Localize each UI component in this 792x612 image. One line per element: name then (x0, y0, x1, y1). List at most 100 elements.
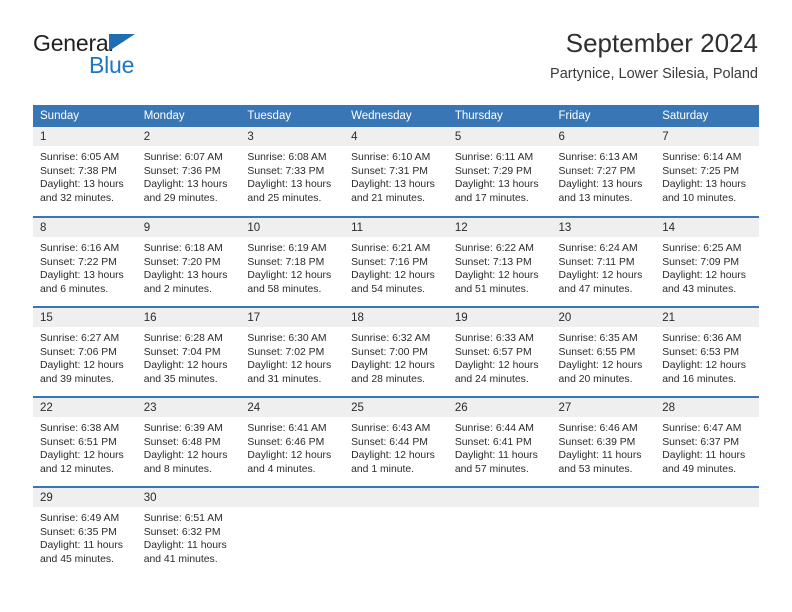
day-cell[interactable]: 16 Sunrise: 6:28 AM Sunset: 7:04 PM Dayl… (136, 306, 241, 397)
day-number: 11 (344, 218, 448, 237)
sunset-text: Sunset: 6:48 PM (143, 436, 221, 448)
day-cell[interactable]: 3 Sunrise: 6:08 AM Sunset: 7:33 PM Dayli… (240, 127, 345, 217)
sunset-text: Sunset: 7:06 PM (40, 346, 117, 358)
day-details: Sunrise: 6:44 AM Sunset: 6:41 PM Dayligh… (448, 417, 552, 476)
daylight-text-line2: and 29 minutes. (143, 192, 218, 204)
sunrise-text: Sunrise: 6:30 AM (247, 333, 327, 344)
day-cell[interactable]: 4 Sunrise: 6:10 AM Sunset: 7:31 PM Dayli… (344, 127, 448, 217)
day-cell[interactable]: 12 Sunrise: 6:22 AM Sunset: 7:13 PM Dayl… (447, 216, 552, 307)
day-cell[interactable]: 28 Sunrise: 6:47 AM Sunset: 6:37 PM Dayl… (655, 396, 759, 487)
daylight-text-line1: Daylight: 13 hours (40, 179, 124, 191)
day-details: Sunrise: 6:51 AM Sunset: 6:32 PM Dayligh… (137, 507, 241, 566)
calendar-week-row: 29 Sunrise: 6:49 AM Sunset: 6:35 PM Dayl… (33, 486, 759, 577)
day-cell[interactable]: 29 Sunrise: 6:49 AM Sunset: 6:35 PM Dayl… (33, 486, 137, 577)
weekday-header-friday: Friday (551, 105, 656, 127)
day-cell[interactable]: 1 Sunrise: 6:05 AM Sunset: 7:38 PM Dayli… (33, 127, 137, 217)
daylight-text-line1: Daylight: 13 hours (143, 270, 228, 282)
day-cell[interactable]: 9 Sunrise: 6:18 AM Sunset: 7:20 PM Dayli… (136, 216, 241, 307)
day-details: Sunrise: 6:13 AM Sunset: 7:27 PM Dayligh… (552, 146, 656, 205)
day-details: Sunrise: 6:32 AM Sunset: 7:00 PM Dayligh… (344, 327, 448, 386)
sunrise-text: Sunrise: 6:32 AM (351, 333, 431, 344)
day-cell[interactable]: 18 Sunrise: 6:32 AM Sunset: 7:00 PM Dayl… (344, 306, 448, 397)
day-details: Sunrise: 6:27 AM Sunset: 7:06 PM Dayligh… (33, 327, 137, 386)
weekday-header-saturday: Saturday (655, 105, 759, 127)
sunset-text: Sunset: 6:55 PM (558, 346, 636, 358)
page-subtitle: Partynice, Lower Silesia, Poland (550, 66, 758, 82)
day-details: Sunrise: 6:19 AM Sunset: 7:18 PM Dayligh… (240, 237, 344, 296)
day-cell[interactable]: 2 Sunrise: 6:07 AM Sunset: 7:36 PM Dayli… (136, 127, 241, 217)
day-cell[interactable]: 6 Sunrise: 6:13 AM Sunset: 7:27 PM Dayli… (551, 127, 656, 217)
calendar-week-row: 15 Sunrise: 6:27 AM Sunset: 7:06 PM Dayl… (33, 306, 759, 397)
day-cell[interactable]: 22 Sunrise: 6:38 AM Sunset: 6:51 PM Dayl… (33, 396, 137, 487)
daylight-text-line1: Daylight: 12 hours (662, 360, 746, 372)
day-details: Sunrise: 6:33 AM Sunset: 6:57 PM Dayligh… (448, 327, 552, 386)
day-number: 12 (447, 218, 552, 237)
day-cell[interactable]: 17 Sunrise: 6:30 AM Sunset: 7:02 PM Dayl… (240, 306, 345, 397)
daylight-text-line2: and 58 minutes. (247, 283, 322, 295)
sunrise-text: Sunrise: 6:49 AM (40, 513, 120, 524)
daylight-text-line2: and 2 minutes. (143, 283, 212, 295)
day-number: 9 (136, 218, 241, 237)
day-details: Sunrise: 6:35 AM Sunset: 6:55 PM Dayligh… (552, 327, 656, 386)
daylight-text-line1: Daylight: 12 hours (454, 270, 539, 282)
general-blue-logo[interactable]: General Blue (33, 30, 273, 86)
day-cell[interactable]: 30 Sunrise: 6:51 AM Sunset: 6:32 PM Dayl… (136, 486, 241, 577)
day-cell[interactable]: 19 Sunrise: 6:33 AM Sunset: 6:57 PM Dayl… (447, 306, 552, 397)
day-cell[interactable]: 7 Sunrise: 6:14 AM Sunset: 7:25 PM Dayli… (655, 127, 759, 217)
calendar-body: 1 Sunrise: 6:05 AM Sunset: 7:38 PM Dayli… (33, 127, 759, 577)
day-number: 17 (240, 308, 345, 327)
day-cell[interactable]: 20 Sunrise: 6:35 AM Sunset: 6:55 PM Dayl… (551, 306, 656, 397)
sunset-text: Sunset: 6:57 PM (454, 346, 532, 358)
day-number: 26 (447, 398, 552, 417)
daylight-text-line2: and 17 minutes. (454, 192, 529, 204)
daylight-text-line1: Daylight: 13 hours (143, 179, 228, 191)
sunrise-text: Sunrise: 6:14 AM (662, 152, 742, 163)
daylight-text-line1: Daylight: 12 hours (351, 270, 435, 282)
sunrise-text: Sunrise: 6:33 AM (454, 333, 534, 344)
day-cell[interactable]: 8 Sunrise: 6:16 AM Sunset: 7:22 PM Dayli… (33, 216, 137, 307)
day-details: Sunrise: 6:16 AM Sunset: 7:22 PM Dayligh… (33, 237, 137, 296)
sunset-text: Sunset: 6:44 PM (351, 436, 428, 448)
sunrise-text: Sunrise: 6:13 AM (558, 152, 638, 163)
title-block: September 2024 Partynice, Lower Silesia,… (550, 28, 758, 83)
day-number (447, 488, 552, 507)
day-cell[interactable]: 25 Sunrise: 6:43 AM Sunset: 6:44 PM Dayl… (344, 396, 448, 487)
calendar-week-row: 22 Sunrise: 6:38 AM Sunset: 6:51 PM Dayl… (33, 396, 759, 487)
daylight-text-line2: and 10 minutes. (662, 192, 737, 204)
day-details: Sunrise: 6:21 AM Sunset: 7:16 PM Dayligh… (344, 237, 448, 296)
day-cell[interactable]: 27 Sunrise: 6:46 AM Sunset: 6:39 PM Dayl… (551, 396, 656, 487)
day-cell[interactable]: 24 Sunrise: 6:41 AM Sunset: 6:46 PM Dayl… (240, 396, 345, 487)
sunset-text: Sunset: 6:39 PM (558, 436, 636, 448)
day-details: Sunrise: 6:14 AM Sunset: 7:25 PM Dayligh… (655, 146, 759, 205)
page-title: September 2024 (565, 28, 758, 58)
day-cell[interactable]: 14 Sunrise: 6:25 AM Sunset: 7:09 PM Dayl… (655, 216, 759, 307)
day-number: 14 (655, 218, 759, 237)
day-details: Sunrise: 6:10 AM Sunset: 7:31 PM Dayligh… (344, 146, 448, 205)
daylight-text-line2: and 16 minutes. (662, 373, 737, 385)
calendar-week-row: 8 Sunrise: 6:16 AM Sunset: 7:22 PM Dayli… (33, 216, 759, 307)
sunrise-text: Sunrise: 6:19 AM (247, 243, 327, 254)
day-cell[interactable]: 26 Sunrise: 6:44 AM Sunset: 6:41 PM Dayl… (447, 396, 552, 487)
day-number: 19 (447, 308, 552, 327)
day-cell[interactable]: 15 Sunrise: 6:27 AM Sunset: 7:06 PM Dayl… (33, 306, 137, 397)
daylight-text-line2: and 24 minutes. (454, 373, 529, 385)
daylight-text-line1: Daylight: 11 hours (558, 450, 642, 462)
daylight-text-line1: Daylight: 11 hours (143, 540, 227, 552)
day-details: Sunrise: 6:07 AM Sunset: 7:36 PM Dayligh… (137, 146, 241, 205)
sunrise-text: Sunrise: 6:08 AM (247, 152, 327, 163)
daylight-text-line2: and 6 minutes. (40, 283, 109, 295)
daylight-text-line1: Daylight: 12 hours (247, 360, 332, 372)
day-cell[interactable]: 10 Sunrise: 6:19 AM Sunset: 7:18 PM Dayl… (240, 216, 345, 307)
sunrise-text: Sunrise: 6:25 AM (662, 243, 742, 254)
sunset-text: Sunset: 7:25 PM (662, 165, 740, 177)
day-number: 3 (240, 127, 345, 146)
day-cell[interactable]: 13 Sunrise: 6:24 AM Sunset: 7:11 PM Dayl… (551, 216, 656, 307)
day-details: Sunrise: 6:24 AM Sunset: 7:11 PM Dayligh… (552, 237, 656, 296)
day-number (240, 488, 345, 507)
daylight-text-line2: and 28 minutes. (351, 373, 426, 385)
day-cell[interactable]: 5 Sunrise: 6:11 AM Sunset: 7:29 PM Dayli… (447, 127, 552, 217)
sunrise-text: Sunrise: 6:44 AM (454, 423, 534, 434)
day-cell[interactable]: 23 Sunrise: 6:39 AM Sunset: 6:48 PM Dayl… (136, 396, 241, 487)
day-cell[interactable]: 21 Sunrise: 6:36 AM Sunset: 6:53 PM Dayl… (655, 306, 759, 397)
day-cell[interactable]: 11 Sunrise: 6:21 AM Sunset: 7:16 PM Dayl… (344, 216, 448, 307)
